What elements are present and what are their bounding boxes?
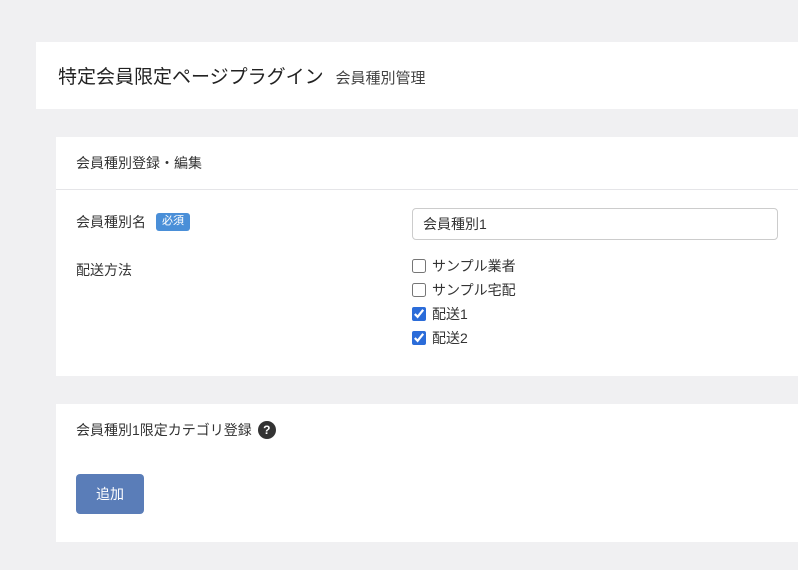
delivery-option[interactable]: サンプル宅配 <box>412 280 778 300</box>
member-type-name-input[interactable] <box>412 208 778 240</box>
page-header: 特定会員限定ページプラグイン 会員種別管理 <box>36 42 798 109</box>
page-subtitle: 会員種別管理 <box>336 70 426 87</box>
delivery-option-label: サンプル業者 <box>432 256 516 276</box>
page-title: 特定会員限定ページプラグイン <box>58 67 324 88</box>
edit-section: 会員種別登録・編集 会員種別名 必須 配送方法 サンプル業者サンプル宅配配送1配… <box>56 137 798 376</box>
delivery-option[interactable]: サンプル業者 <box>412 256 778 276</box>
required-badge: 必須 <box>156 213 190 230</box>
delivery-option[interactable]: 配送2 <box>412 328 778 348</box>
delivery-option-checkbox[interactable] <box>412 259 426 273</box>
delivery-option-checkbox[interactable] <box>412 331 426 345</box>
edit-section-heading: 会員種別登録・編集 <box>56 137 798 190</box>
delivery-option-label: 配送2 <box>432 328 468 348</box>
delivery-option-label: サンプル宅配 <box>432 280 516 300</box>
add-button[interactable]: 追加 <box>76 474 144 514</box>
delivery-option-checkbox[interactable] <box>412 283 426 297</box>
help-icon[interactable]: ? <box>258 421 276 439</box>
delivery-method-label: 配送方法 <box>76 260 132 280</box>
category-section: 会員種別1限定カテゴリ登録 ? 追加 <box>56 404 798 542</box>
delivery-option-checkbox[interactable] <box>412 307 426 321</box>
delivery-method-row: 配送方法 サンプル業者サンプル宅配配送1 配送2 <box>76 256 778 348</box>
delivery-option[interactable]: 配送1 <box>412 304 778 324</box>
category-section-heading: 会員種別1限定カテゴリ登録 <box>76 420 252 440</box>
member-type-name-row: 会員種別名 必須 <box>76 208 778 240</box>
member-type-name-label: 会員種別名 <box>76 212 146 232</box>
delivery-option-label: 配送1 <box>432 304 468 324</box>
